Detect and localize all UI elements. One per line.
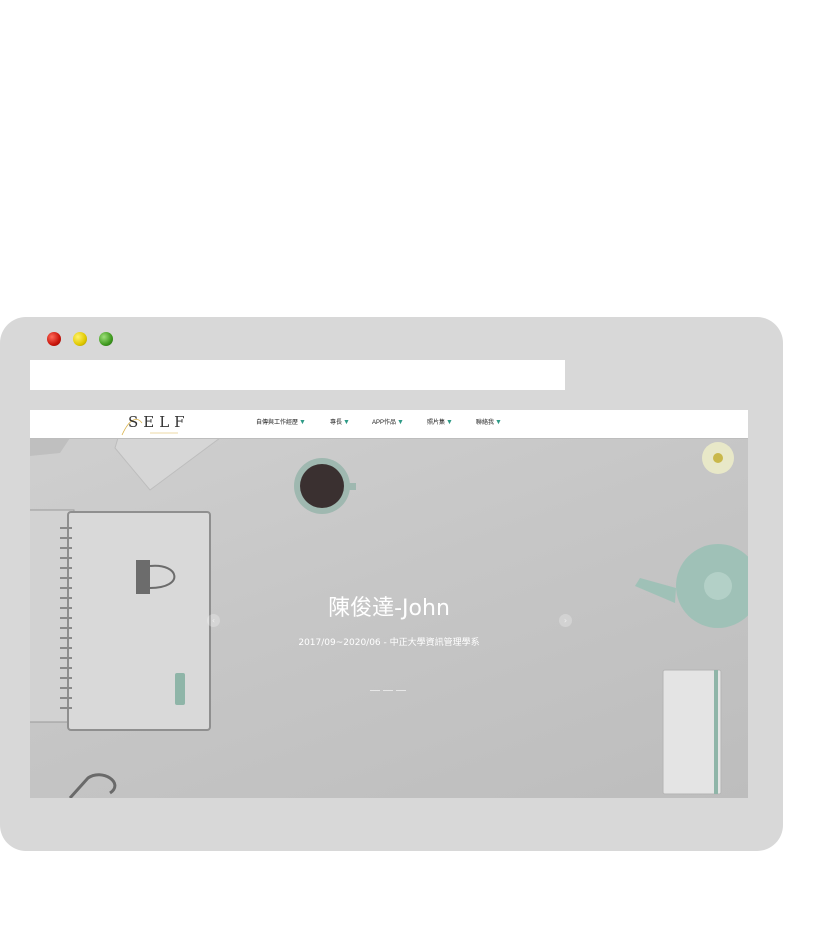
carousel-indicator[interactable] — [370, 690, 380, 691]
maximize-window-icon[interactable] — [99, 332, 113, 346]
carousel-indicator[interactable] — [383, 690, 393, 691]
carousel-indicator[interactable] — [396, 690, 406, 691]
nav-item-biography[interactable]: 自傳與工作經歷▼ — [256, 419, 306, 427]
chevron-down-icon: ▼ — [446, 419, 453, 426]
hero-carousel: ‹ › 陳俊達-John 2017/09~2020/06 - 中正大學資訊管理學… — [30, 438, 748, 798]
site-navbar: SELF 自傳與工作經歷▼ 專長▼ APP作品▼ 照片集▼ 聯絡我▼ — [30, 410, 748, 439]
nav-item-contact[interactable]: 聯絡我▼ — [476, 419, 502, 427]
chevron-down-icon: ▼ — [343, 419, 350, 426]
nav-item-skills[interactable]: 專長▼ — [330, 419, 350, 427]
nav-label: 專長 — [330, 420, 343, 426]
nav-label: 自傳與工作經歷 — [256, 420, 299, 426]
address-bar[interactable] — [30, 360, 565, 390]
hero-title: 陳俊達-John — [328, 596, 450, 621]
minimize-window-icon[interactable] — [73, 332, 87, 346]
nav-item-photos[interactable]: 照片集▼ — [427, 419, 453, 427]
chevron-down-icon: ▼ — [397, 419, 404, 426]
nav-label: APP作品 — [372, 420, 397, 426]
nav-label: 聯絡我 — [476, 420, 495, 426]
nav-label: 照片集 — [427, 420, 446, 426]
close-window-icon[interactable] — [47, 332, 61, 346]
hero-subtitle: 2017/09~2020/06 - 中正大學資訊管理學系 — [298, 638, 480, 648]
site-logo[interactable]: SELF — [128, 410, 190, 434]
website-viewport: SELF 自傳與工作經歷▼ 專長▼ APP作品▼ 照片集▼ 聯絡我▼ ‹ › 陳… — [30, 410, 748, 798]
browser-mockup-frame: SELF 自傳與工作經歷▼ 專長▼ APP作品▼ 照片集▼ 聯絡我▼ ‹ › 陳… — [0, 317, 783, 851]
chevron-down-icon: ▼ — [495, 419, 502, 426]
chevron-down-icon: ▼ — [299, 419, 306, 426]
nav-item-app-works[interactable]: APP作品▼ — [372, 419, 404, 427]
carousel-indicators — [370, 690, 410, 692]
